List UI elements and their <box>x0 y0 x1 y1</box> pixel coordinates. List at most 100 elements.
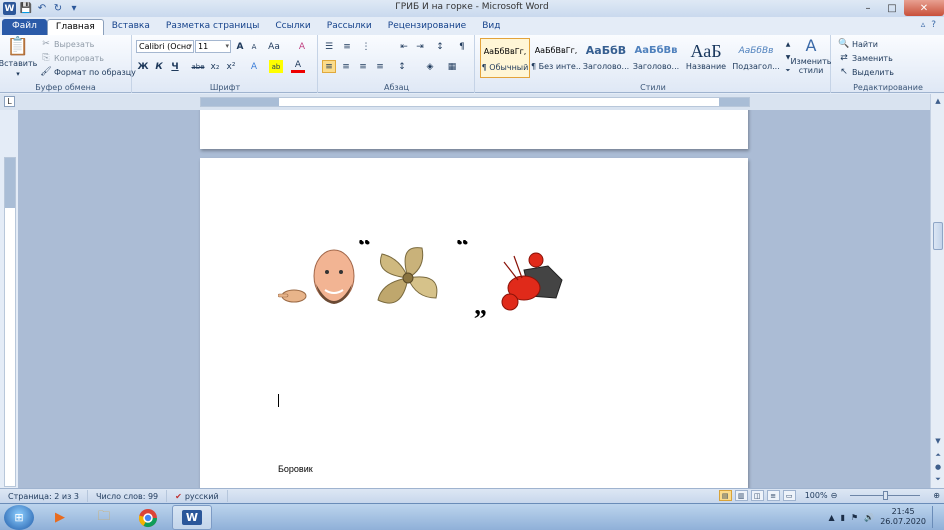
tab-file[interactable]: Файл <box>2 19 47 35</box>
draft-view-button[interactable]: ▭ <box>782 490 796 501</box>
media-player-icon[interactable]: ▶ <box>40 505 80 530</box>
bold-button[interactable]: Ж <box>136 60 150 73</box>
tab-page-layout[interactable]: Разметка страницы <box>158 19 268 35</box>
align-right-icon[interactable]: ≡ <box>356 60 370 73</box>
style-no-spacing[interactable]: АаБбВвГг, ¶ Без инте... <box>531 38 581 78</box>
chrome-icon[interactable] <box>128 505 168 530</box>
zoom-out-icon[interactable]: ⊖ <box>831 491 838 500</box>
style-normal[interactable]: АаБбВвГг, ¶ Обычный <box>480 38 530 78</box>
scroll-thumb[interactable] <box>933 222 943 250</box>
minimize-button[interactable]: – <box>856 0 880 16</box>
next-page-icon[interactable]: ⏷ <box>933 474 943 484</box>
tab-references[interactable]: Ссылки <box>267 19 318 35</box>
flag-icon[interactable]: ⚑ <box>851 513 858 522</box>
multilevel-list-icon[interactable]: ⋮ <box>359 40 373 53</box>
grow-font-button[interactable]: A <box>233 40 247 53</box>
font-name-combo[interactable]: Calibri (Осно ▾ <box>136 40 194 53</box>
cut-button[interactable]: ✂ Вырезать <box>40 38 94 50</box>
align-left-icon[interactable]: ≡ <box>322 60 336 73</box>
pilcrow-icon[interactable]: ¶ <box>455 40 469 53</box>
explorer-icon[interactable]: 🗀 <box>84 505 124 530</box>
print-layout-view-button[interactable]: ▤ <box>718 490 732 501</box>
network-icon[interactable]: ▮ <box>841 513 845 522</box>
document-page[interactable]: “ “ „ Боровик <box>200 158 748 488</box>
clear-formatting-button[interactable]: A <box>295 40 309 53</box>
quick-access-toolbar: W 💾 ↶ ↻ ▾ <box>0 2 80 15</box>
copy-button[interactable]: ⎘ Копировать <box>40 52 104 64</box>
style-heading-1[interactable]: АаБбВ Заголово... <box>581 38 631 78</box>
page-count[interactable]: Страница: 2 из 3 <box>0 490 88 502</box>
vertical-ruler[interactable] <box>4 157 16 487</box>
highlight-button[interactable]: ab <box>269 60 283 73</box>
word-logo-icon[interactable]: W <box>3 2 16 15</box>
tab-selector[interactable]: L <box>4 96 15 107</box>
shading-icon[interactable]: ◈ <box>423 60 437 73</box>
zoom-level[interactable]: 100% <box>805 491 828 500</box>
browse-object-icon[interactable]: ● <box>933 462 943 472</box>
change-case-button[interactable]: Aa <box>267 40 281 53</box>
zoom-slider-knob[interactable] <box>883 491 889 500</box>
scroll-down-icon[interactable]: ▼ <box>933 436 943 446</box>
find-button[interactable]: 🔍 Найти <box>838 38 878 50</box>
text-effects-button[interactable]: A <box>247 60 261 73</box>
emoji-rebus: “ “ „ <box>278 240 563 320</box>
full-screen-reading-button[interactable]: ▥ <box>734 490 748 501</box>
bullets-icon[interactable]: ☰ <box>322 40 336 53</box>
style-heading-2[interactable]: АаБбВв Заголово... <box>631 38 681 78</box>
outline-view-button[interactable]: ≡ <box>766 490 780 501</box>
increase-indent-icon[interactable]: ⇥ <box>413 40 427 53</box>
tab-home[interactable]: Главная <box>46 19 104 35</box>
replace-button[interactable]: ⇄ Заменить <box>838 52 893 64</box>
web-layout-button[interactable]: ◫ <box>750 490 764 501</box>
sort-icon[interactable]: ↕ <box>433 40 447 53</box>
shrink-font-button[interactable]: A <box>247 40 261 53</box>
zoom-slider[interactable] <box>840 490 930 501</box>
word-count[interactable]: Число слов: 99 <box>88 490 168 502</box>
tab-review[interactable]: Рецензирование <box>380 19 474 35</box>
superscript-button[interactable]: x² <box>224 60 238 73</box>
vertical-scrollbar[interactable]: ▲ ▼ ⏶ ● ⏷ <box>930 94 944 488</box>
scroll-up-icon[interactable]: ▲ <box>933 96 943 106</box>
save-icon[interactable]: 💾 <box>20 3 32 15</box>
italic-button[interactable]: К <box>152 60 166 73</box>
undo-icon[interactable]: ↶ <box>36 3 48 15</box>
justify-icon[interactable]: ≡ <box>373 60 387 73</box>
tab-view[interactable]: Вид <box>474 19 508 35</box>
horizontal-ruler[interactable] <box>200 97 750 107</box>
paintbrush-icon: 🖌 <box>40 67 52 77</box>
style-subtitle[interactable]: АаБбВв Подзагол... <box>731 38 781 78</box>
format-painter-button[interactable]: 🖌 Формат по образцу <box>40 66 136 78</box>
maximize-button[interactable]: □ <box>880 0 904 16</box>
help-icon[interactable]: ? <box>931 20 936 30</box>
font-size-combo[interactable]: 11 ▾ <box>195 40 231 53</box>
start-button[interactable]: ⊞ <box>4 505 34 530</box>
volume-icon[interactable]: 🔊 <box>864 513 874 522</box>
show-desktop-button[interactable] <box>932 506 940 528</box>
word-taskbar-icon[interactable]: W <box>172 505 212 530</box>
tray-arrow-icon[interactable]: ▲ <box>828 513 834 522</box>
borders-icon[interactable]: ▦ <box>445 60 459 73</box>
minimize-ribbon-icon[interactable]: ▵ <box>921 20 926 30</box>
underline-button[interactable]: Ч <box>168 60 182 73</box>
select-button[interactable]: ↖ Выделить <box>838 66 894 78</box>
customize-qat-icon[interactable]: ▾ <box>68 3 80 15</box>
change-styles-button[interactable]: A Изменить стили <box>791 37 832 76</box>
strikethrough-button[interactable]: abe <box>191 60 205 73</box>
align-center-icon[interactable]: ≡ <box>339 60 353 73</box>
document-area[interactable]: “ “ „ Боровик <box>18 110 930 488</box>
paste-button[interactable]: 📋 Вставить ▾ <box>0 37 37 79</box>
clock[interactable]: 21:45 26.07.2020 <box>880 507 926 527</box>
close-button[interactable]: ✕ <box>904 0 944 16</box>
numbering-icon[interactable]: ≡ <box>340 40 354 53</box>
tab-insert[interactable]: Вставка <box>104 19 158 35</box>
previous-page-icon[interactable]: ⏶ <box>933 450 943 460</box>
style-title[interactable]: АаБ Название <box>681 38 731 78</box>
redo-icon[interactable]: ↻ <box>52 3 64 15</box>
tab-mailings[interactable]: Рассылки <box>319 19 380 35</box>
zoom-in-icon[interactable]: ⊕ <box>933 491 940 500</box>
font-color-button[interactable]: A <box>291 60 305 73</box>
subscript-button[interactable]: x₂ <box>208 60 222 73</box>
language-indicator[interactable]: ✔ русский <box>167 490 228 502</box>
line-spacing-icon[interactable]: ↕ <box>395 60 409 73</box>
decrease-indent-icon[interactable]: ⇤ <box>397 40 411 53</box>
